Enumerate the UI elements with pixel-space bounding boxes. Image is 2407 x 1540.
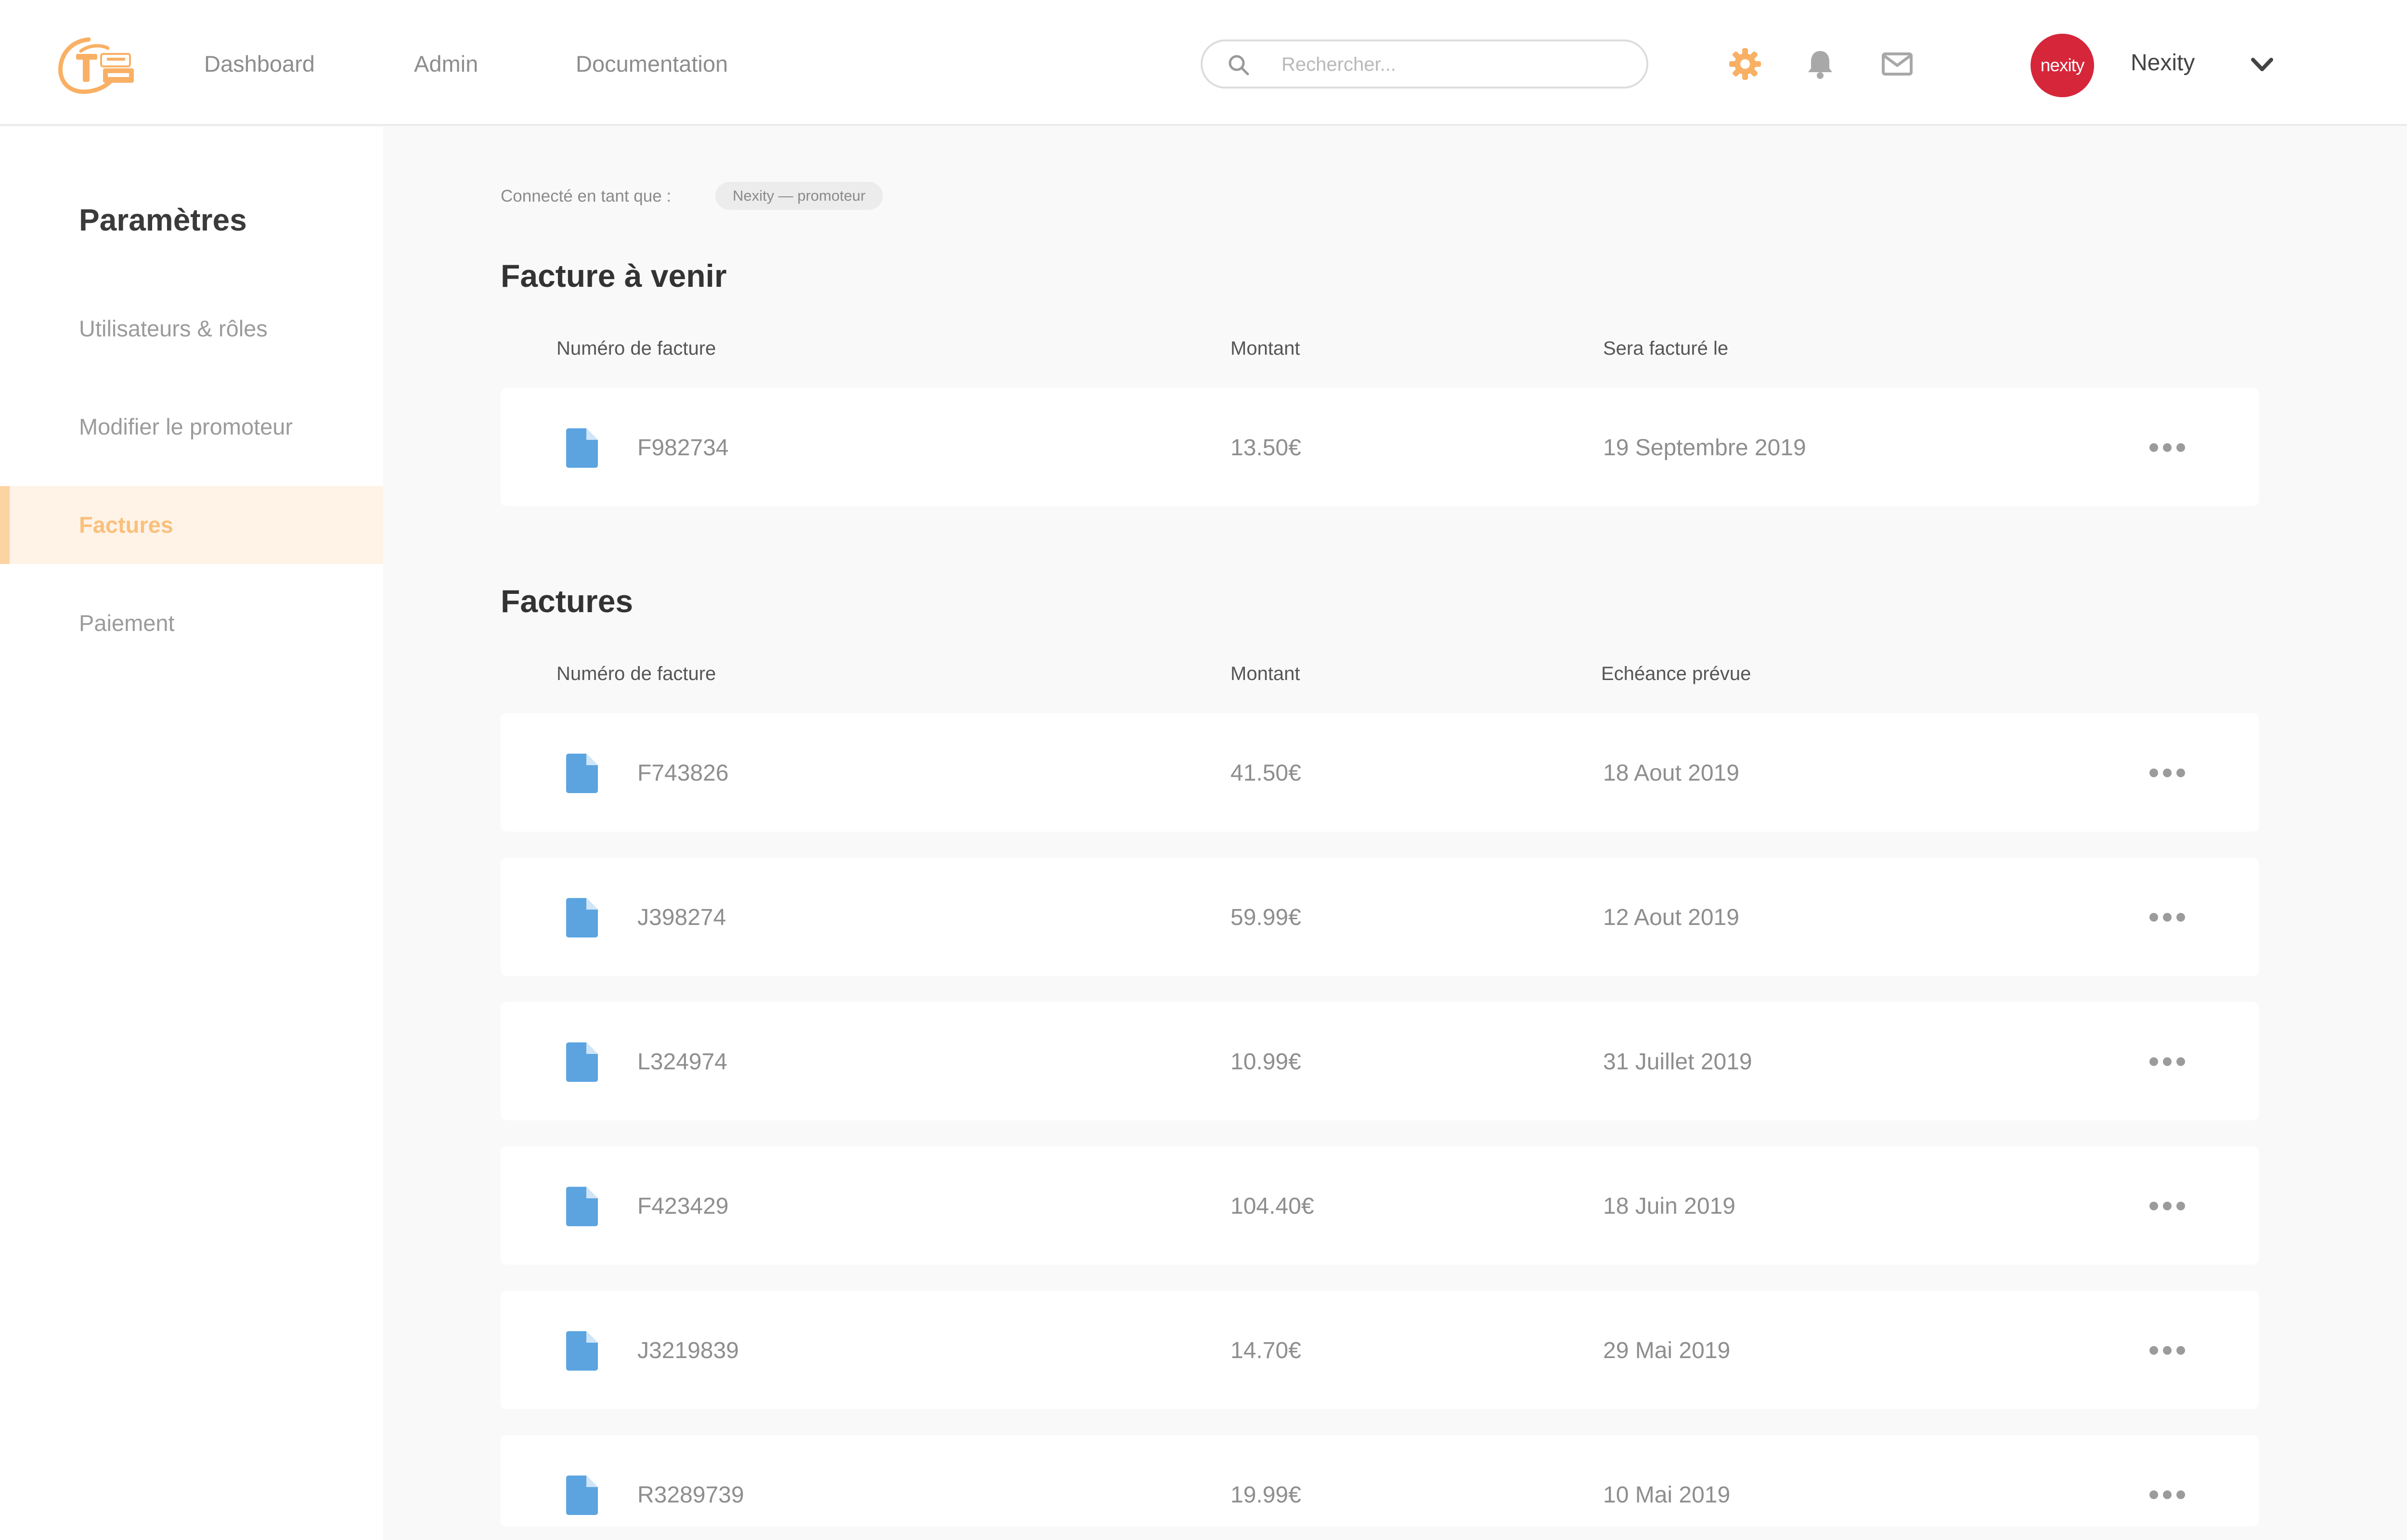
sidebar-item-edit-promoteur[interactable]: Modifier le promoteur	[0, 388, 383, 466]
invoice-number: F423429	[637, 1194, 729, 1219]
sidebar-item-paiement[interactable]: Paiement	[0, 584, 383, 662]
document-icon	[566, 1476, 598, 1515]
nav-dashboard[interactable]: Dashboard	[204, 48, 315, 80]
document-icon	[566, 1042, 598, 1082]
document-icon	[566, 1331, 598, 1371]
invoice-date: 29 Mai 2019	[1603, 1338, 1731, 1363]
invoice-date: 18 Juin 2019	[1603, 1194, 1735, 1219]
invoice-amount: 10.99€	[1230, 1049, 1301, 1075]
invoice-number: J3219839	[637, 1338, 739, 1363]
sidebar-item-factures[interactable]: Factures	[0, 486, 383, 564]
invoice-amount: 13.50€	[1230, 435, 1301, 461]
nav-documentation[interactable]: Documentation	[576, 48, 728, 80]
nav-admin[interactable]: Admin	[414, 48, 478, 80]
sidebar-item-users-roles[interactable]: Utilisateurs & rôles	[0, 290, 383, 368]
invoice-amount: 14.70€	[1230, 1338, 1301, 1363]
invoice-amount: 59.99€	[1230, 905, 1301, 930]
invoice-number: L324974	[637, 1049, 727, 1075]
sidebar-title: Paramètres	[79, 203, 247, 237]
upcoming-invoice-title: Facture à venir	[501, 258, 727, 294]
more-horizontal-icon[interactable]	[2147, 1484, 2187, 1505]
invoice-date: 18 Aout 2019	[1603, 760, 1739, 786]
role-badge: Nexity — promoteur	[715, 182, 883, 210]
bell-icon[interactable]	[1803, 47, 1837, 81]
document-icon	[566, 428, 598, 468]
column-header-amount: Montant	[1230, 338, 1300, 359]
more-horizontal-icon[interactable]	[2147, 762, 2187, 783]
document-icon	[566, 754, 598, 793]
mail-icon[interactable]	[1880, 47, 1914, 81]
gear-icon[interactable]	[1728, 47, 1762, 81]
settings-sidebar: Paramètres Utilisateurs & rôles Modifier…	[0, 127, 383, 1540]
column-header-number: Numéro de facture	[556, 338, 716, 359]
user-name[interactable]: Nexity	[2131, 47, 2195, 79]
table-row[interactable]: F423429 104.40€ 18 Juin 2019	[501, 1146, 2259, 1265]
column-header-due-date: Echéance prévue	[1601, 663, 1751, 684]
more-horizontal-icon[interactable]	[2147, 1195, 2187, 1217]
more-horizontal-icon[interactable]	[2147, 907, 2187, 928]
search-input[interactable]	[1281, 51, 1618, 78]
top-bar: Dashboard Admin Documentation nexity Nex…	[0, 0, 2407, 126]
realtyx-logo-icon[interactable]	[55, 35, 138, 96]
invoice-amount: 104.40€	[1230, 1194, 1314, 1219]
document-icon	[566, 1187, 598, 1226]
avatar[interactable]: nexity	[2031, 34, 2094, 97]
more-horizontal-icon[interactable]	[2147, 1340, 2187, 1361]
search-icon	[1229, 55, 1249, 76]
invoice-number: F743826	[637, 760, 729, 786]
invoice-date: 10 Mai 2019	[1603, 1482, 1731, 1508]
invoice-date: 31 Juillet 2019	[1603, 1049, 1752, 1075]
more-horizontal-icon[interactable]	[2147, 1051, 2187, 1072]
table-row[interactable]: F743826 41.50€ 18 Aout 2019	[501, 713, 2259, 832]
search-box[interactable]	[1201, 39, 1648, 89]
invoice-amount: 41.50€	[1230, 760, 1301, 786]
invoices-title: Factures	[501, 583, 634, 619]
table-row[interactable]: J398274 59.99€ 12 Aout 2019	[501, 858, 2259, 976]
invoice-number: F982734	[637, 435, 729, 461]
invoice-number: J398274	[637, 905, 726, 930]
invoice-date: 12 Aout 2019	[1603, 905, 1739, 930]
column-header-amount: Montant	[1230, 663, 1300, 684]
table-row[interactable]: L324974 10.99€ 31 Juillet 2019	[501, 1002, 2259, 1120]
table-row[interactable]: R3289739 19.99€ 10 Mai 2019	[501, 1435, 2259, 1527]
invoice-date: 19 Septembre 2019	[1603, 435, 1806, 461]
more-horizontal-icon[interactable]	[2147, 437, 2187, 458]
chevron-down-icon[interactable]	[2249, 55, 2275, 74]
upcoming-invoice-row[interactable]: F982734 13.50€ 19 Septembre 2019	[501, 388, 2259, 506]
column-header-billing-date: Sera facturé le	[1603, 338, 1729, 359]
table-row[interactable]: J3219839 14.70€ 29 Mai 2019	[501, 1291, 2259, 1409]
column-header-number: Numéro de facture	[556, 663, 716, 684]
document-icon	[566, 898, 598, 937]
invoice-amount: 19.99€	[1230, 1482, 1301, 1508]
invoice-number: R3289739	[637, 1482, 744, 1508]
connected-as-label: Connecté en tant que :	[501, 187, 672, 205]
